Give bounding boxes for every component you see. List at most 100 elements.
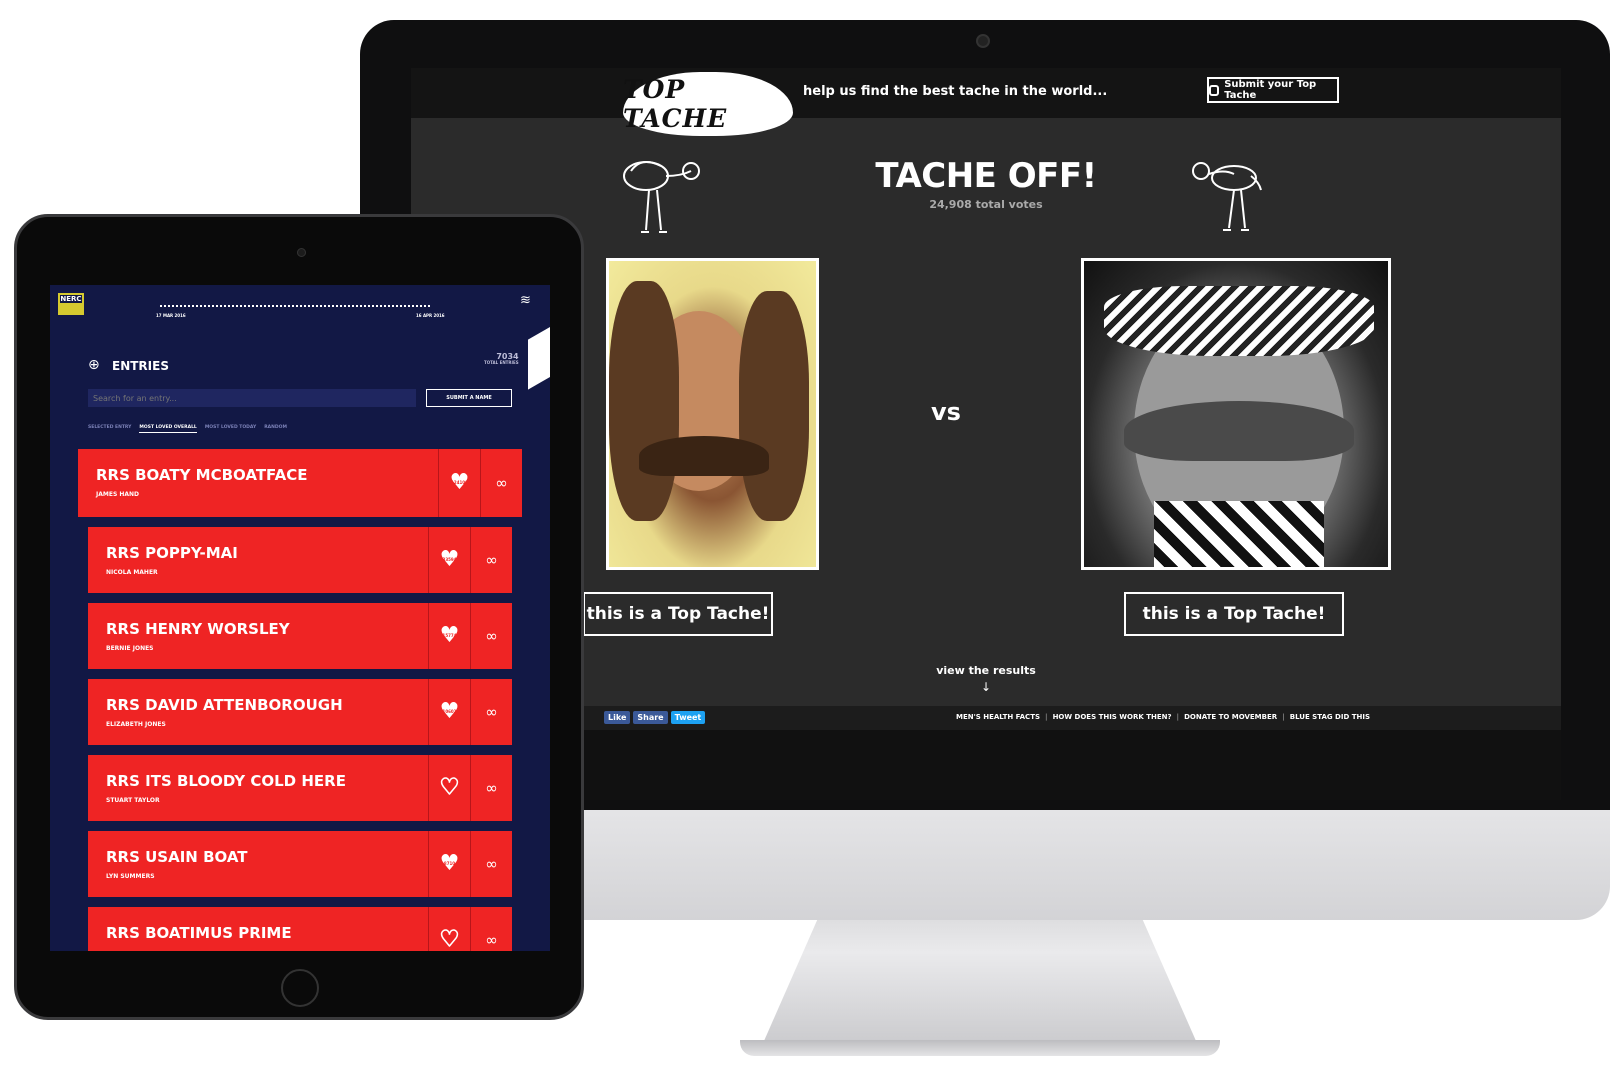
hair: [739, 291, 809, 521]
striped-bowtie: [1154, 501, 1324, 567]
love-button[interactable]: ♥ 8710: [428, 831, 470, 897]
logo-text: TOP TACHE: [623, 75, 728, 133]
footer-link-how-it-works[interactable]: HOW DOES THIS WORK THEN?: [1045, 713, 1172, 721]
nerc-logo[interactable]: NERC: [58, 293, 84, 315]
entry-row[interactable]: RRS DAVID ATTENBOROUGH ELIZABETH JONES ♥ 1…: [88, 679, 512, 745]
campaign-timeline: [160, 305, 430, 307]
entry-row[interactable]: RRS POPPY-MAI NICOLA MAHER ♥ 33594 ∞: [88, 527, 512, 593]
binoculars-icon: ∞: [485, 855, 498, 873]
vote-left-button[interactable]: this is a Top Tache!: [583, 592, 773, 636]
entry-author: NICOLA MAHER: [106, 569, 158, 576]
ipad-home-button[interactable]: [281, 969, 319, 1007]
entry-name: RRS DAVID ATTENBOROUGH: [106, 696, 343, 714]
love-button[interactable]: ♥ 33594: [428, 527, 470, 593]
compass-icon: ⊕: [88, 357, 100, 373]
binoculars-icon: ∞: [485, 551, 498, 569]
tab-most-loved-today[interactable]: MOST LOVED TODAY: [205, 425, 256, 433]
ipad-camera: [297, 248, 306, 257]
entry-name: RRS BOATY MCBOATFACE: [96, 466, 308, 484]
love-button[interactable]: ♥ 124109: [438, 449, 480, 517]
hair: [609, 281, 679, 521]
tablet-screen: NERC 17 MAR 2016 16 APR 2016 ≋ ⊕ ENTRIES…: [50, 285, 550, 951]
view-button[interactable]: ∞: [470, 603, 512, 669]
entry-author: STUART TAYLOR: [106, 797, 160, 804]
submit-tache-button[interactable]: Submit your Top Tache: [1207, 77, 1339, 103]
binoculars-icon: ∞: [485, 703, 498, 721]
entry-row-featured[interactable]: RRS BOATY MCBOATFACE JAMES HAND ♥ 124109 ∞: [78, 449, 522, 517]
love-button[interactable]: ♥: [428, 907, 470, 951]
heart-outline-icon: ♥: [439, 927, 460, 951]
love-button[interactable]: ♥ 10602: [428, 679, 470, 745]
imac-stand: [760, 900, 1200, 1050]
entry-author: ELIZABETH JONES: [106, 721, 166, 728]
search-input[interactable]: [88, 389, 416, 407]
entry-row[interactable]: RRS BOATIMUS PRIME ♥ ∞: [88, 907, 512, 951]
entry-name: RRS USAIN BOAT: [106, 848, 248, 866]
view-button[interactable]: ∞: [480, 449, 522, 517]
menu-icon[interactable]: ≋: [520, 294, 531, 307]
instagram-icon: [1209, 84, 1220, 96]
ipad-frame: NERC 17 MAR 2016 16 APR 2016 ≋ ⊕ ENTRIES…: [14, 214, 584, 1020]
submit-name-button[interactable]: SUBMIT A NAME: [426, 389, 512, 407]
tab-selected-entry[interactable]: SELECTED ENTRY: [88, 425, 131, 433]
tweet-button[interactable]: Tweet: [670, 711, 706, 724]
entry-row[interactable]: RRS ITS BLOODY COLD HERE STUART TAYLOR ♥ …: [88, 755, 512, 821]
tab-most-loved-overall[interactable]: MOST LOVED OVERALL: [139, 425, 197, 433]
entry-author: BERNIE JONES: [106, 645, 154, 652]
binoculars-icon: ∞: [495, 474, 508, 492]
heart-outline-icon: ♥: [439, 775, 460, 800]
entry-author: JAMES HAND: [96, 491, 140, 498]
page-title: TACHE OFF!: [875, 156, 1097, 196]
imac-stand-base: [740, 1040, 1220, 1056]
view-button[interactable]: ∞: [470, 755, 512, 821]
vote-right-button[interactable]: this is a Top Tache!: [1124, 592, 1344, 636]
entry-name: RRS HENRY WORSLEY: [106, 620, 290, 638]
love-count: 124109: [451, 480, 468, 485]
moustache: [1124, 401, 1354, 461]
binoculars-icon: ∞: [485, 627, 498, 645]
striped-sunglasses: [1104, 286, 1374, 356]
entry-row[interactable]: RRS USAIN BOAT LYN SUMMERS ♥ 8710 ∞: [88, 831, 512, 897]
love-count: 8710: [443, 861, 456, 866]
contestant-photo-right[interactable]: [1081, 258, 1391, 570]
timeline-start-date: 17 MAR 2016: [156, 313, 186, 318]
contestant-photo-left[interactable]: [606, 258, 819, 570]
footer-link-donate[interactable]: DONATE TO MOVEMBER: [1177, 713, 1277, 721]
entry-author: LYN SUMMERS: [106, 873, 155, 880]
total-votes: 24,908 total votes: [929, 198, 1043, 211]
entry-filter-tabs: SELECTED ENTRY MOST LOVED OVERALL MOST L…: [88, 425, 287, 433]
love-count: 15774: [442, 633, 457, 638]
corner-ribbon[interactable]: [528, 322, 550, 390]
tab-random[interactable]: RANDOM: [264, 425, 287, 433]
entry-name: RRS ITS BLOODY COLD HERE: [106, 772, 346, 790]
timeline-end-date: 16 APR 2016: [416, 313, 445, 318]
total-count-label: TOTAL ENTRIES: [484, 360, 519, 365]
device-mockup-stage: TOP TACHE help us find the best tache in…: [0, 0, 1622, 1088]
view-button[interactable]: ∞: [470, 679, 512, 745]
footer-links: MEN'S HEALTH FACTS HOW DOES THIS WORK TH…: [956, 713, 1370, 721]
love-count: 10602: [442, 709, 457, 714]
footer-link-credits[interactable]: BLUE STAG DID THIS: [1282, 713, 1370, 721]
view-button[interactable]: ∞: [470, 831, 512, 897]
love-button[interactable]: ♥ 15774: [428, 603, 470, 669]
facebook-like-button[interactable]: Like: [604, 711, 631, 724]
love-count: 33594: [442, 557, 457, 562]
vs-label: vs: [931, 398, 961, 426]
submit-tache-label: Submit your Top Tache: [1224, 79, 1317, 101]
site-tagline: help us find the best tache in the world…: [803, 84, 1108, 99]
love-button[interactable]: ♥: [428, 755, 470, 821]
entry-row[interactable]: RRS HENRY WORSLEY BERNIE JONES ♥ 15774 ∞: [88, 603, 512, 669]
social-buttons: Like Share Tweet: [604, 711, 706, 724]
footer-link-health-facts[interactable]: MEN'S HEALTH FACTS: [956, 713, 1040, 721]
top-tache-logo[interactable]: TOP TACHE: [623, 72, 793, 136]
imac-camera: [976, 34, 990, 48]
total-entries-count: 7034 TOTAL ENTRIES: [484, 353, 519, 365]
facebook-share-button[interactable]: Share: [633, 711, 668, 724]
entry-name: RRS BOATIMUS PRIME: [106, 924, 292, 942]
view-button[interactable]: ∞: [470, 907, 512, 951]
view-button[interactable]: ∞: [470, 527, 512, 593]
bent-over-figure-illustration-left: [611, 146, 711, 246]
nerc-logo-text: NERC: [60, 295, 82, 303]
entries-heading: ENTRIES: [112, 359, 169, 373]
bent-over-figure-illustration-right: [1179, 146, 1279, 246]
